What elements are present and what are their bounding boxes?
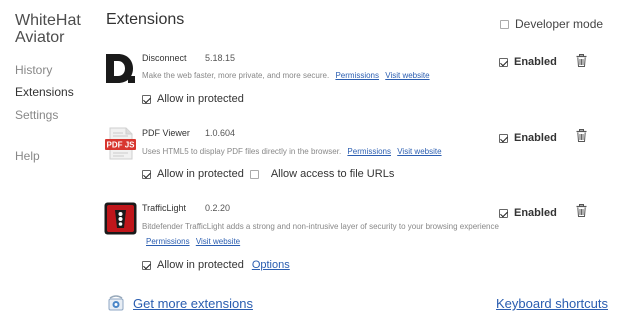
web-store-icon — [108, 295, 124, 311]
allow-in-protected-label: Allow in protected — [157, 259, 244, 271]
enabled-checkbox[interactable] — [499, 57, 508, 67]
enabled-checkbox[interactable] — [499, 133, 508, 143]
permissions-link[interactable]: Permissions — [146, 237, 190, 246]
extension-description-row: Make the web faster, more private, and m… — [142, 68, 430, 83]
enabled-checkbox[interactable] — [499, 208, 508, 218]
trash-icon[interactable] — [576, 54, 587, 67]
enabled-label: Enabled — [514, 132, 557, 144]
page-title: Extensions — [106, 11, 185, 28]
options-link[interactable]: Options — [252, 259, 290, 271]
permissions-link[interactable]: Permissions — [347, 147, 391, 156]
trafficlight-logo-icon — [104, 202, 137, 235]
extension-description-row: Uses HTML5 to display PDF files directly… — [142, 144, 442, 159]
get-more-extensions-link[interactable]: Get more extensions — [133, 296, 253, 311]
developer-mode-checkbox[interactable] — [500, 19, 509, 29]
brand-line-2: Aviator — [15, 29, 65, 46]
sidebar-item-history[interactable]: History — [15, 63, 52, 77]
sidebar-item-extensions[interactable]: Extensions — [15, 85, 74, 99]
sidebar-item-help[interactable]: Help — [15, 149, 40, 163]
developer-mode-toggle[interactable]: Developer mode — [500, 17, 603, 31]
sidebar-item-settings[interactable]: Settings — [15, 108, 58, 122]
keyboard-shortcuts-link[interactable]: Keyboard shortcuts — [496, 296, 608, 311]
extension-version: 0.2.20 — [205, 203, 231, 213]
allow-in-protected-checkbox[interactable] — [142, 94, 151, 104]
allow-in-protected-label: Allow in protected — [157, 93, 244, 105]
extension-options-row: Allow in protected Options — [142, 259, 290, 271]
extension-version: 5.18.15 — [205, 53, 236, 63]
allow-in-protected-checkbox[interactable] — [142, 260, 151, 270]
extension-name: Disconnect — [142, 53, 187, 63]
enabled-toggle[interactable]: Enabled — [499, 132, 557, 144]
enabled-label: Enabled — [514, 207, 557, 219]
extension-description: Make the web faster, more private, and m… — [142, 71, 330, 80]
brand-line-1: WhiteHat — [15, 12, 81, 29]
trash-icon[interactable] — [576, 129, 587, 142]
visit-website-link[interactable]: Visit website — [196, 237, 240, 246]
enabled-toggle[interactable]: Enabled — [499, 56, 557, 68]
extension-name: PDF Viewer — [142, 128, 190, 138]
extension-options-row: Allow in protected — [142, 93, 244, 105]
pdfjs-logo-icon: PDF JS — [105, 127, 136, 160]
allow-in-protected-checkbox[interactable] — [142, 169, 151, 179]
trash-icon[interactable] — [576, 204, 587, 217]
sidebar: WhiteHat Aviator History Extensions Sett… — [0, 0, 100, 325]
disconnect-logo-icon — [106, 54, 135, 83]
pdfjs-logo-text: PDF JS — [106, 141, 135, 150]
extension-description: Uses HTML5 to display PDF files directly… — [142, 147, 342, 156]
extension-description-row: Bitdefender TrafficLight adds a strong a… — [142, 219, 517, 249]
extension-name: TrafficLight — [142, 203, 187, 213]
allow-file-urls-checkbox[interactable] — [249, 169, 259, 179]
app-brand: WhiteHat Aviator — [15, 12, 81, 46]
allow-in-protected-label: Allow in protected — [157, 168, 244, 180]
permissions-link[interactable]: Permissions — [335, 71, 379, 80]
extension-description: Bitdefender TrafficLight adds a strong a… — [142, 222, 499, 231]
enabled-toggle[interactable]: Enabled — [499, 207, 557, 219]
extension-options-row: Allow in protected Allow access to file … — [142, 168, 394, 180]
visit-website-link[interactable]: Visit website — [397, 147, 441, 156]
enabled-label: Enabled — [514, 56, 557, 68]
visit-website-link[interactable]: Visit website — [385, 71, 429, 80]
developer-mode-label: Developer mode — [515, 17, 604, 31]
allow-file-urls-label: Allow access to file URLs — [270, 168, 395, 180]
extension-version: 1.0.604 — [205, 128, 236, 138]
